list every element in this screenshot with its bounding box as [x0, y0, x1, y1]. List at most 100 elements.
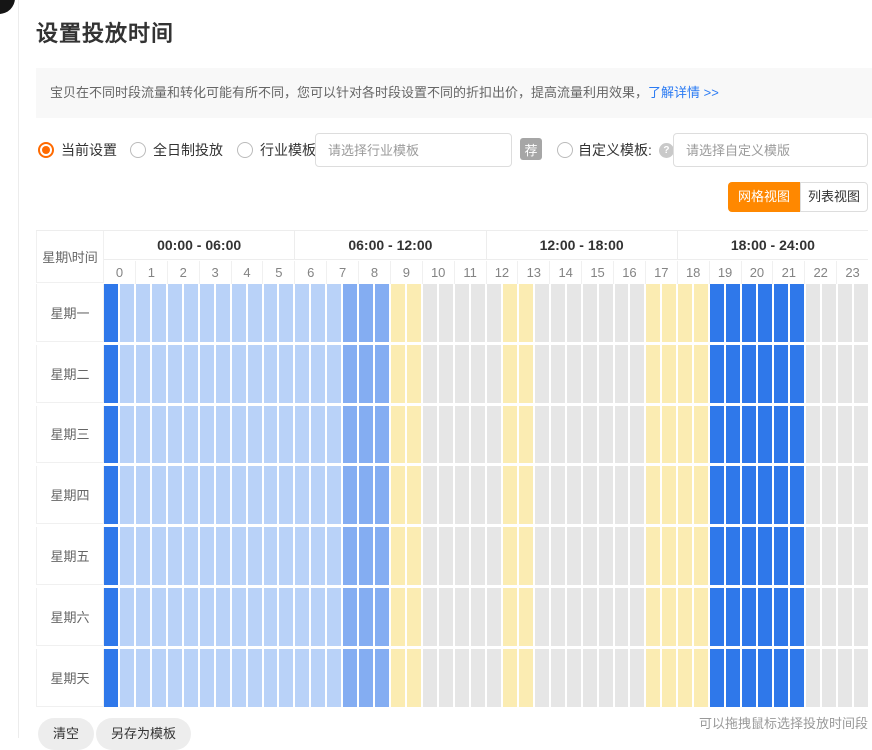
time-cell[interactable] [343, 406, 357, 464]
time-cell[interactable] [790, 588, 804, 646]
time-cell[interactable] [503, 406, 517, 464]
time-cell[interactable] [615, 527, 629, 585]
time-cell[interactable] [407, 649, 421, 707]
time-cell[interactable] [152, 588, 166, 646]
time-cell[interactable] [551, 345, 565, 403]
time-cell[interactable] [615, 406, 629, 464]
time-cell[interactable] [136, 466, 150, 524]
time-cell[interactable] [519, 345, 533, 403]
time-cell[interactable] [567, 284, 581, 342]
time-cell[interactable] [742, 588, 756, 646]
industry-template-input[interactable] [315, 133, 512, 167]
radio-allday[interactable] [130, 142, 146, 158]
time-cell[interactable] [742, 345, 756, 403]
time-cell[interactable] [822, 406, 836, 464]
time-cell[interactable] [503, 284, 517, 342]
time-cell[interactable] [120, 527, 134, 585]
time-cell[interactable] [311, 588, 325, 646]
help-icon[interactable]: ? [659, 143, 674, 158]
time-cell[interactable] [742, 406, 756, 464]
clear-button[interactable]: 清空 [38, 718, 94, 750]
time-cell[interactable] [599, 527, 613, 585]
radio-custom[interactable] [557, 142, 573, 158]
time-cell[interactable] [375, 527, 389, 585]
time-cell[interactable] [327, 466, 341, 524]
time-cell[interactable] [152, 649, 166, 707]
time-cell[interactable] [678, 284, 692, 342]
time-cell[interactable] [439, 466, 453, 524]
time-cell[interactable] [678, 406, 692, 464]
time-cell[interactable] [248, 345, 262, 403]
time-cell[interactable] [535, 406, 549, 464]
time-cell[interactable] [774, 466, 788, 524]
time-cell[interactable] [439, 284, 453, 342]
time-cell[interactable] [694, 406, 708, 464]
time-cell[interactable] [200, 406, 214, 464]
time-cell[interactable] [567, 345, 581, 403]
time-cell[interactable] [104, 284, 118, 342]
time-cell[interactable] [774, 345, 788, 403]
time-cell[interactable] [726, 406, 740, 464]
time-cell[interactable] [375, 466, 389, 524]
time-cell[interactable] [295, 406, 309, 464]
time-cell[interactable] [854, 588, 868, 646]
time-cell[interactable] [104, 345, 118, 403]
time-cell[interactable] [120, 345, 134, 403]
time-cell[interactable] [583, 466, 597, 524]
time-cell[interactable] [503, 466, 517, 524]
time-cell[interactable] [838, 284, 852, 342]
time-cell[interactable] [726, 466, 740, 524]
time-cell[interactable] [710, 406, 724, 464]
time-cell[interactable] [678, 588, 692, 646]
time-cell[interactable] [551, 649, 565, 707]
time-cell[interactable] [758, 406, 772, 464]
time-cell[interactable] [136, 406, 150, 464]
time-cell[interactable] [519, 649, 533, 707]
time-cell[interactable] [248, 527, 262, 585]
time-cell[interactable] [583, 527, 597, 585]
time-cell[interactable] [216, 345, 230, 403]
custom-template-input[interactable] [673, 133, 868, 167]
time-cell[interactable] [678, 649, 692, 707]
time-cell[interactable] [503, 649, 517, 707]
time-cell[interactable] [583, 588, 597, 646]
time-cell[interactable] [615, 466, 629, 524]
time-cell[interactable] [327, 527, 341, 585]
time-cell[interactable] [615, 284, 629, 342]
time-cell[interactable] [694, 284, 708, 342]
time-cell[interactable] [295, 466, 309, 524]
time-cell[interactable] [168, 406, 182, 464]
time-cell[interactable] [758, 588, 772, 646]
time-cell[interactable] [758, 345, 772, 403]
time-cell[interactable] [359, 345, 373, 403]
time-cell[interactable] [279, 284, 293, 342]
time-cell[interactable] [407, 406, 421, 464]
time-cell[interactable] [232, 527, 246, 585]
time-cell[interactable] [423, 406, 437, 464]
time-cell[interactable] [471, 527, 485, 585]
time-cell[interactable] [327, 284, 341, 342]
time-cell[interactable] [152, 406, 166, 464]
option-allday[interactable]: 全日制投放 [130, 133, 223, 167]
time-cell[interactable] [184, 527, 198, 585]
time-cell[interactable] [423, 588, 437, 646]
time-cell[interactable] [471, 588, 485, 646]
time-cell[interactable] [599, 588, 613, 646]
time-cell[interactable] [854, 466, 868, 524]
time-cell[interactable] [615, 588, 629, 646]
time-cell[interactable] [439, 649, 453, 707]
time-cell[interactable] [630, 649, 644, 707]
time-cell[interactable] [726, 345, 740, 403]
time-cell[interactable] [535, 284, 549, 342]
time-cell[interactable] [551, 527, 565, 585]
time-cell[interactable] [455, 588, 469, 646]
time-cell[interactable] [200, 527, 214, 585]
time-cell[interactable] [407, 284, 421, 342]
time-cell[interactable] [551, 466, 565, 524]
time-cell[interactable] [774, 527, 788, 585]
time-cell[interactable] [503, 527, 517, 585]
radio-current-selected[interactable] [38, 142, 54, 158]
time-cell[interactable] [232, 284, 246, 342]
time-cell[interactable] [646, 649, 660, 707]
time-cell[interactable] [391, 406, 405, 464]
